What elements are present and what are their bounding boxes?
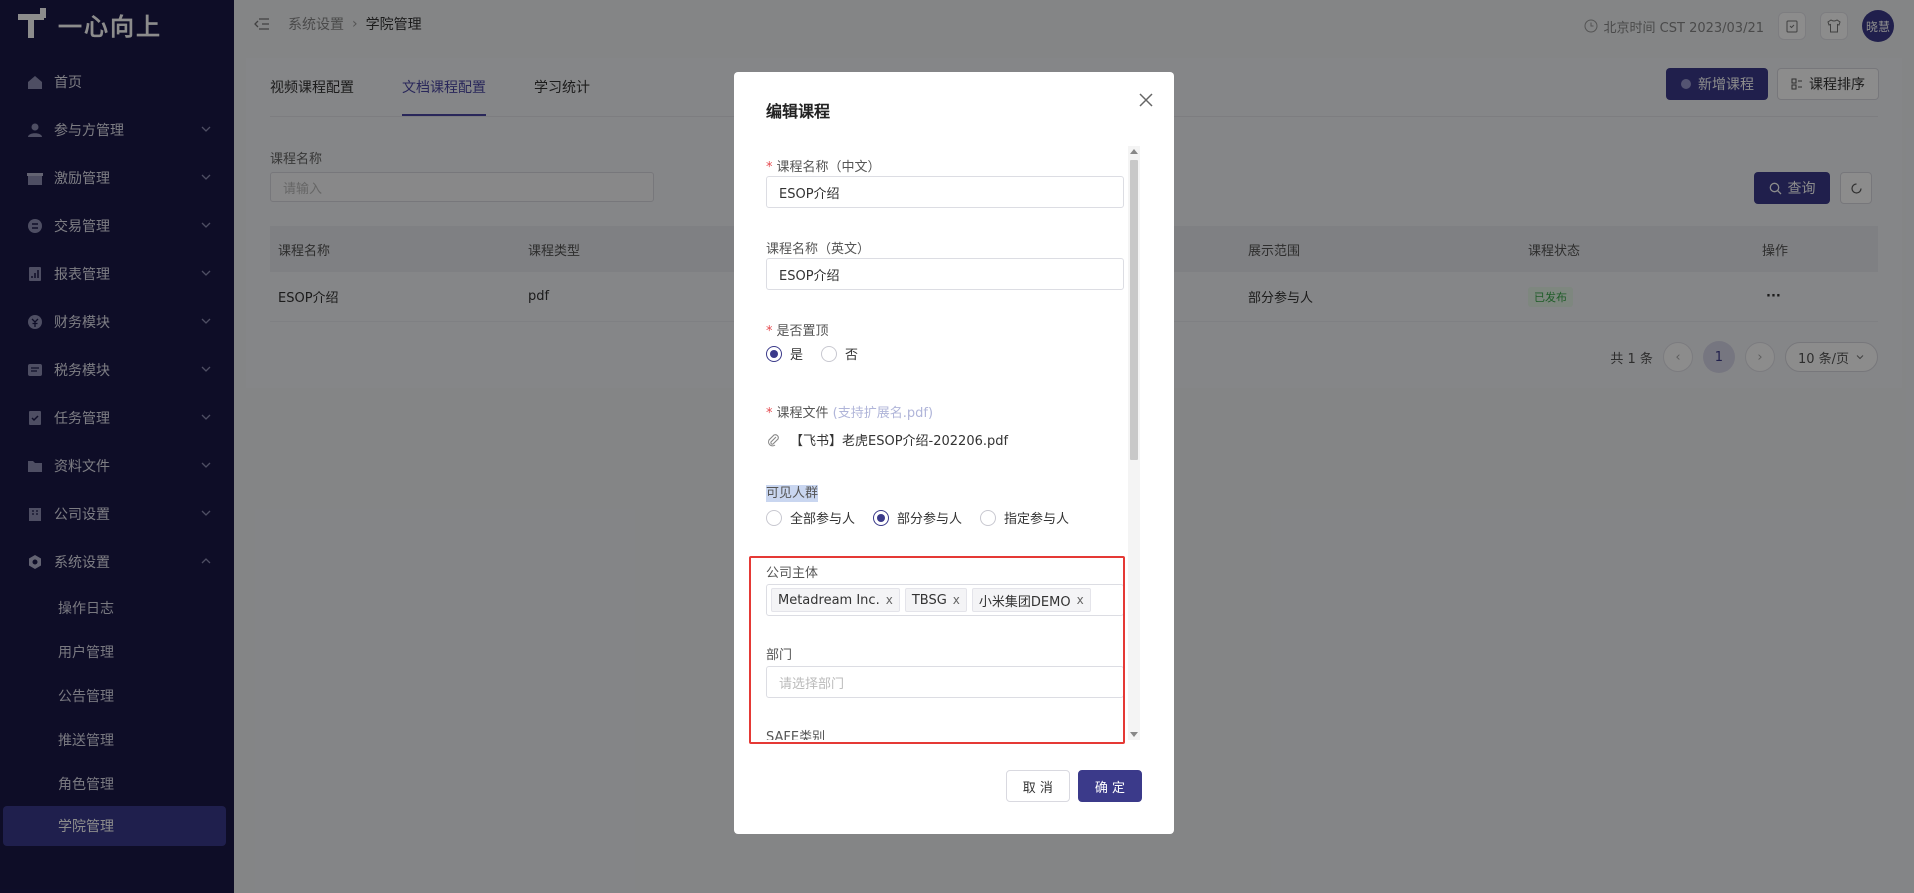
visible-specified-option[interactable]: 指定参与人 bbox=[980, 508, 1069, 527]
radio-unchecked-icon[interactable] bbox=[821, 345, 838, 362]
course-name-cn-label: * 课程名称（中文） bbox=[766, 160, 881, 175]
dialog-footer: 取 消 确 定 bbox=[1005, 770, 1142, 802]
form-scrollbar[interactable] bbox=[1128, 146, 1140, 740]
close-icon[interactable] bbox=[1136, 90, 1156, 110]
uploaded-file[interactable]: 【飞书】老虎ESOP介绍-202206.pdf bbox=[766, 430, 1008, 449]
visible-all-option[interactable]: 全部参与人 bbox=[766, 508, 855, 527]
radio-checked-icon[interactable] bbox=[766, 345, 782, 362]
scroll-up-icon[interactable] bbox=[1130, 149, 1138, 154]
course-name-cn-input[interactable]: ESOP介绍 bbox=[766, 176, 1124, 208]
radio-unchecked-icon[interactable] bbox=[766, 509, 782, 526]
visible-group-label: 可见人群 bbox=[766, 485, 819, 502]
cancel-button[interactable]: 取 消 bbox=[1005, 770, 1070, 802]
scroll-down-icon[interactable] bbox=[1130, 732, 1138, 737]
required-mark: * bbox=[766, 160, 773, 175]
highlight-box bbox=[749, 556, 1125, 744]
file-name[interactable]: 【飞书】老虎ESOP介绍-202206.pdf bbox=[790, 430, 1008, 449]
radio-checked-icon[interactable] bbox=[873, 509, 890, 526]
visible-group-radio-group: 全部参与人 部分参与人 指定参与人 bbox=[766, 508, 1087, 527]
dialog-title: 编辑课程 bbox=[766, 102, 831, 121]
required-mark: * bbox=[766, 406, 773, 421]
pin-yes-option[interactable]: 是 bbox=[766, 344, 803, 363]
radio-unchecked-icon[interactable] bbox=[980, 509, 997, 526]
visible-partial-option[interactable]: 部分参与人 bbox=[873, 508, 962, 527]
course-file-label: * 课程文件 (支持扩展名.pdf) bbox=[766, 406, 934, 421]
required-mark: * bbox=[766, 324, 773, 339]
course-name-en-input[interactable]: ESOP介绍 bbox=[766, 258, 1124, 290]
pin-no-option[interactable]: 否 bbox=[821, 344, 858, 363]
scroll-thumb[interactable] bbox=[1130, 160, 1138, 460]
course-name-en-label: 课程名称（英文） bbox=[766, 242, 871, 257]
confirm-button[interactable]: 确 定 bbox=[1077, 770, 1142, 802]
pin-top-radio-group: 是 否 bbox=[766, 344, 876, 363]
paperclip-icon bbox=[768, 433, 779, 446]
pin-top-label: * 是否置顶 bbox=[766, 324, 829, 339]
file-extension-hint: (支持扩展名.pdf) bbox=[832, 406, 934, 421]
